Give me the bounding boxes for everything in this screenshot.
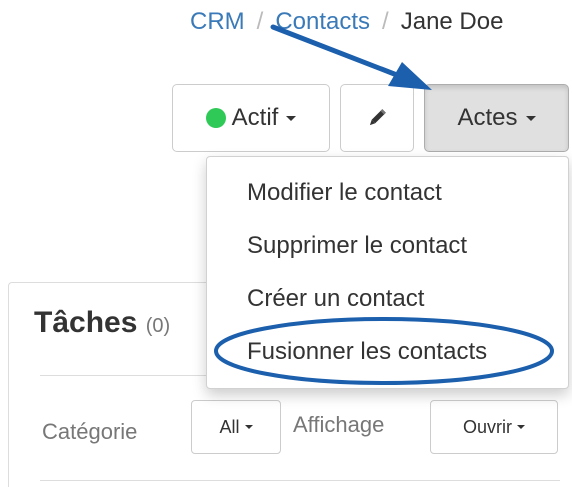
menu-item-delete-contact[interactable]: Supprimer le contact	[247, 232, 467, 260]
actions-label: Actes	[457, 104, 518, 131]
breadcrumb-current: Jane Doe	[400, 8, 504, 35]
display-filter-value: Ouvrir	[463, 416, 512, 437]
breadcrumb: CRM / Contacts / Jane Doe	[190, 8, 503, 36]
display-label: Affichage	[293, 412, 385, 437]
status-dot-icon	[205, 108, 226, 128]
menu-item-edit-contact[interactable]: Modifier le contact	[247, 179, 442, 207]
breadcrumb-contacts-link[interactable]: Contacts	[275, 8, 370, 35]
caret-down-icon	[286, 115, 297, 121]
actions-dropdown-button[interactable]: Actes	[424, 84, 569, 152]
divider	[40, 480, 560, 481]
status-label: Actif	[231, 104, 279, 131]
menu-item-merge-contacts[interactable]: Fusionner les contacts	[247, 338, 487, 366]
pencil-icon	[369, 109, 386, 126]
caret-down-icon	[525, 115, 536, 121]
tasks-title-text: Tâches	[34, 306, 138, 339]
category-filter-button[interactable]: All	[191, 400, 281, 454]
tasks-count: (0)	[145, 315, 171, 337]
display-filter-button[interactable]: Ouvrir	[430, 400, 558, 454]
actions-dropdown-menu: Modifier le contact Supprimer le contact…	[206, 156, 569, 389]
category-label: Catégorie	[42, 419, 138, 444]
menu-item-create-contact[interactable]: Créer un contact	[247, 285, 424, 313]
breadcrumb-separator: /	[382, 8, 389, 35]
breadcrumb-crm-link[interactable]: CRM	[190, 8, 245, 35]
tasks-title: Tâches (0)	[34, 306, 170, 340]
breadcrumb-separator: /	[256, 8, 264, 35]
caret-down-icon	[517, 425, 525, 429]
caret-down-icon	[244, 425, 253, 429]
edit-button[interactable]	[340, 84, 414, 152]
status-dropdown-button[interactable]: Actif	[172, 84, 330, 152]
category-filter-value: All	[219, 416, 240, 437]
